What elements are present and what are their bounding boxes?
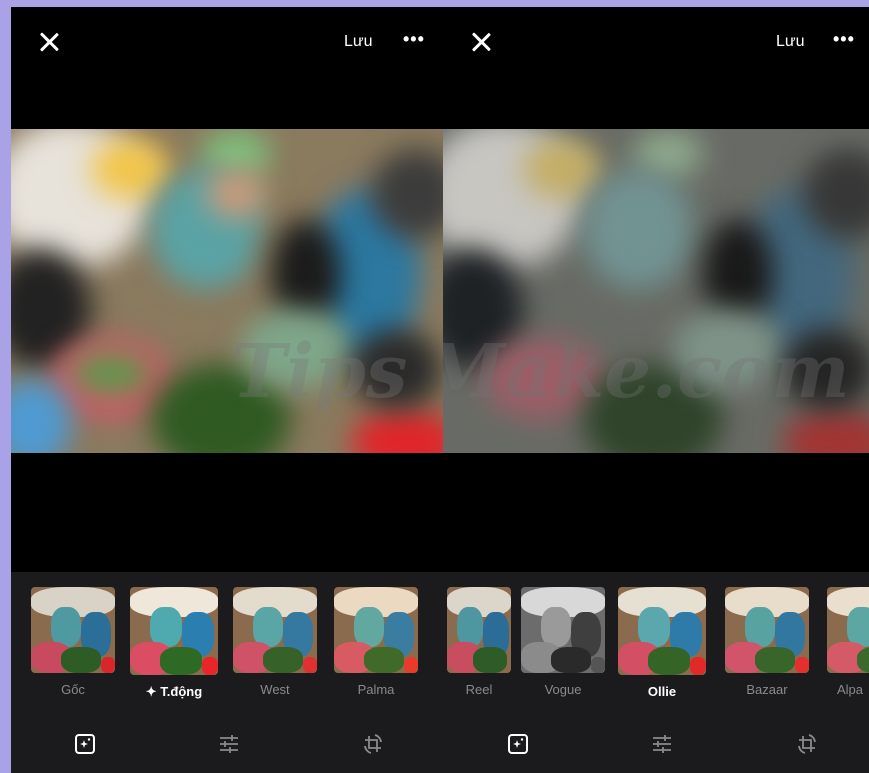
top-bar: Lưu ••• xyxy=(11,7,443,77)
top-bar: Lưu ••• xyxy=(443,7,869,77)
filter-palma[interactable]: Palma xyxy=(332,587,420,697)
filter-label: Bazaar xyxy=(746,682,788,697)
filter-ollie[interactable]: Ollie xyxy=(618,587,706,699)
filter-label: West xyxy=(260,682,290,697)
photo-preview: Tips xyxy=(11,129,443,453)
crop-rotate-icon[interactable] xyxy=(361,732,385,756)
close-icon[interactable] xyxy=(39,32,59,52)
filter-goc[interactable]: Gốc xyxy=(29,587,117,697)
adjust-sliders-icon[interactable] xyxy=(650,732,674,756)
filter-west[interactable]: West xyxy=(231,587,319,697)
filter-label: Gốc xyxy=(61,682,85,697)
filter-label: Vogue xyxy=(544,682,582,697)
photo-preview: Make.com xyxy=(443,129,869,453)
filter-reel[interactable]: Reel xyxy=(443,587,523,697)
filter-thumbnail xyxy=(521,587,605,673)
filter-bazaar[interactable]: Bazaar xyxy=(723,587,811,697)
filter-thumbnail xyxy=(233,587,317,673)
watermark-left: Tips xyxy=(231,329,408,415)
more-options-button[interactable]: ••• xyxy=(833,29,855,50)
close-icon[interactable] xyxy=(471,32,491,52)
filter-tool-icon[interactable] xyxy=(73,732,97,756)
more-options-button[interactable]: ••• xyxy=(403,29,425,50)
filter-label: Ollie xyxy=(647,684,677,699)
filter-auto[interactable]: ✦ T.động xyxy=(130,587,218,700)
filter-alpaca[interactable]: Alpa xyxy=(823,587,869,697)
filter-thumbnail xyxy=(130,587,218,675)
filter-tool-icon[interactable] xyxy=(506,732,530,756)
editor-pane-right: Lưu ••• Make.com Reel Vogue Ollie Bazaar… xyxy=(443,7,869,773)
filter-label: ✦ T.động xyxy=(145,684,203,699)
filter-label: Palma xyxy=(357,682,395,697)
editor-pane-left: Lưu ••• Tips Gốc ✦ T.động West Palma xyxy=(11,7,443,773)
crop-rotate-icon[interactable] xyxy=(795,732,819,756)
filter-thumbnail xyxy=(334,587,418,673)
filter-thumbnail xyxy=(447,587,511,673)
filter-thumbnail xyxy=(31,587,115,673)
app-frame: Lưu ••• Tips Gốc ✦ T.động West Palma Lưu… xyxy=(11,7,869,773)
watermark-right: Make.com xyxy=(443,329,850,415)
filter-thumbnail xyxy=(827,587,869,673)
filter-label: Alpa xyxy=(837,682,864,697)
adjust-sliders-icon[interactable] xyxy=(217,732,241,756)
filter-thumbnail xyxy=(618,587,706,675)
filter-label: Reel xyxy=(465,682,493,697)
save-button[interactable]: Lưu xyxy=(344,33,373,51)
filter-vogue[interactable]: Vogue xyxy=(519,587,607,697)
filter-thumbnail xyxy=(725,587,809,673)
save-button[interactable]: Lưu xyxy=(776,33,805,51)
